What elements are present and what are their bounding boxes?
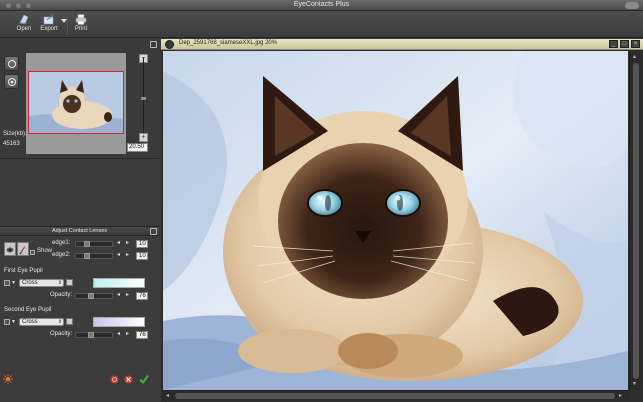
first-eye-color-gradient[interactable] <box>93 278 145 288</box>
toolbar: Open Export Print <box>0 11 643 38</box>
scroll-right-icon[interactable]: ▸ <box>619 392 622 399</box>
rotate-icon <box>7 59 16 68</box>
eye-tool-icon <box>6 247 14 253</box>
second-eye-pupil-label: Second Eye Pupil <box>4 307 52 313</box>
scroll-left-icon[interactable]: ◂ <box>166 392 169 399</box>
edge2-value-field[interactable]: 10 <box>136 252 148 260</box>
apply-check-icon[interactable] <box>139 374 149 384</box>
horizontal-scrollbar[interactable]: ◂ ▸ <box>163 390 629 401</box>
export-button[interactable]: Export <box>37 12 61 37</box>
scroll-up-icon[interactable]: ▴ <box>633 53 636 60</box>
fit-view-button[interactable] <box>4 74 19 89</box>
image-canvas[interactable] <box>163 51 628 390</box>
cancel-icon[interactable] <box>124 375 133 384</box>
zoom-in-button[interactable]: + <box>139 133 148 142</box>
print-label: Print <box>74 26 88 32</box>
sun-icon[interactable] <box>3 374 13 384</box>
show-checkbox[interactable] <box>30 250 35 255</box>
adjust-collapse-icon[interactable] <box>150 228 157 235</box>
lens-brush-tool-button[interactable] <box>17 242 29 256</box>
navigator-thumbnail[interactable] <box>26 53 126 154</box>
export-icon <box>43 14 54 25</box>
size-label: Size(kb): <box>3 131 27 137</box>
zoom-slider[interactable] <box>141 57 146 137</box>
edge2-slider[interactable] <box>75 253 113 259</box>
scroll-down-icon[interactable]: ▾ <box>633 380 636 387</box>
edge2-slider-knob[interactable] <box>84 253 90 259</box>
toolbar-toggle-button[interactable] <box>625 2 639 9</box>
reset-icon[interactable] <box>110 375 119 384</box>
edge1-label: edge1: <box>52 240 71 246</box>
image-window-title: Dep_2591768_siameseXXL.jpg 20% <box>179 40 278 46</box>
first-eye-pupil-label: First Eye Pupil <box>4 268 43 274</box>
print-button[interactable]: Print <box>70 12 92 37</box>
chevron-down-icon: ⇕ <box>57 319 62 325</box>
image-document-window: Dep_2591768_siameseXXL.jpg 20% _ □ × ▴ ▾… <box>161 39 643 402</box>
second-eye-opacity-field[interactable]: 76 <box>136 331 148 339</box>
open-button[interactable]: Open <box>11 12 37 37</box>
first-eye-disclosure-icon[interactable]: ▾ <box>12 279 15 286</box>
left-panel: − + 20.50 Size(kb): 45163 Adjust Contact… <box>0 39 159 402</box>
second-eye-opacity-increment[interactable]: ▸ <box>124 331 131 338</box>
visible-area-rectangle[interactable] <box>28 71 124 134</box>
second-eye-opacity-knob[interactable] <box>88 332 94 338</box>
first-eye-opacity-slider[interactable] <box>75 293 113 299</box>
document-icon <box>165 40 174 49</box>
image-minimize-button[interactable]: _ <box>609 40 618 48</box>
rotate-button[interactable] <box>4 56 19 71</box>
first-eye-options-button[interactable] <box>66 279 73 286</box>
toolbar-separator <box>67 14 68 35</box>
second-eye-style-value: Cross <box>22 319 38 325</box>
second-eye-disclosure-icon[interactable]: ▾ <box>12 318 15 325</box>
edge2-increment-button[interactable]: ▸ <box>124 252 131 259</box>
second-eye-opacity-slider[interactable] <box>75 332 113 338</box>
navigator-panel: − + 20.50 Size(kb): 45163 <box>0 39 159 159</box>
print-icon <box>75 14 87 25</box>
title-bar: EyeContacts Plus <box>0 0 643 11</box>
siamese-cat-photo <box>163 51 628 390</box>
edge1-decrement-button[interactable]: ◂ <box>115 240 122 247</box>
first-eye-opacity-decrement[interactable]: ◂ <box>115 292 122 299</box>
adjust-lenses-title: Adjust Contact Lenses <box>51 228 108 234</box>
edge1-slider[interactable] <box>75 241 113 247</box>
brush-tool-icon <box>19 246 26 255</box>
chevron-down-icon: ⇕ <box>57 280 62 286</box>
open-icon <box>19 14 29 25</box>
second-eye-style-select[interactable]: Cross ⇕ <box>19 318 64 326</box>
first-eye-style-value: Cross <box>22 280 38 286</box>
lens-eye-tool-button[interactable] <box>4 242 16 256</box>
app-title: EyeContacts Plus <box>293 1 350 8</box>
image-window-titlebar: Dep_2591768_siameseXXL.jpg 20% _ □ × <box>161 39 643 50</box>
edge1-slider-knob[interactable] <box>84 241 90 247</box>
first-eye-opacity-label: Opacity: <box>50 292 73 298</box>
first-eye-opacity-knob[interactable] <box>88 293 94 299</box>
navigator-collapse-icon[interactable] <box>150 41 157 48</box>
zoom-value-field[interactable]: 20.50 <box>127 143 148 152</box>
first-eye-opacity-field[interactable]: 76 <box>136 292 148 300</box>
edge2-label: edge2: <box>52 252 71 258</box>
first-eye-style-select[interactable]: Cross ⇕ <box>19 279 64 287</box>
image-maximize-button[interactable]: □ <box>620 40 629 48</box>
second-eye-opacity-decrement[interactable]: ◂ <box>115 331 122 338</box>
horizontal-scroll-thumb[interactable] <box>175 393 615 399</box>
second-eye-opacity-label: Opacity: <box>50 331 73 337</box>
edge1-increment-button[interactable]: ▸ <box>124 240 131 247</box>
first-eye-checkbox[interactable] <box>4 280 10 286</box>
target-icon <box>7 77 16 86</box>
vertical-scrollbar[interactable]: ▴ ▾ <box>629 51 641 390</box>
edge1-value-field[interactable]: 10 <box>136 240 148 248</box>
adjust-lenses-header: Adjust Contact Lenses <box>0 226 159 236</box>
second-eye-checkbox[interactable] <box>4 319 10 325</box>
image-close-button[interactable]: × <box>631 40 640 48</box>
open-label: Open <box>16 26 32 32</box>
edge2-decrement-button[interactable]: ◂ <box>115 252 122 259</box>
app-window: EyeContacts Plus Open Export Print + 20.… <box>0 0 643 402</box>
second-eye-options-button[interactable] <box>66 318 73 325</box>
size-value: 45163 <box>3 141 20 147</box>
second-eye-color-gradient[interactable] <box>93 317 145 327</box>
show-label: Show <box>37 248 53 254</box>
vertical-scroll-thumb[interactable] <box>633 63 639 379</box>
export-label: Export <box>40 26 58 32</box>
first-eye-opacity-increment[interactable]: ▸ <box>124 292 131 299</box>
